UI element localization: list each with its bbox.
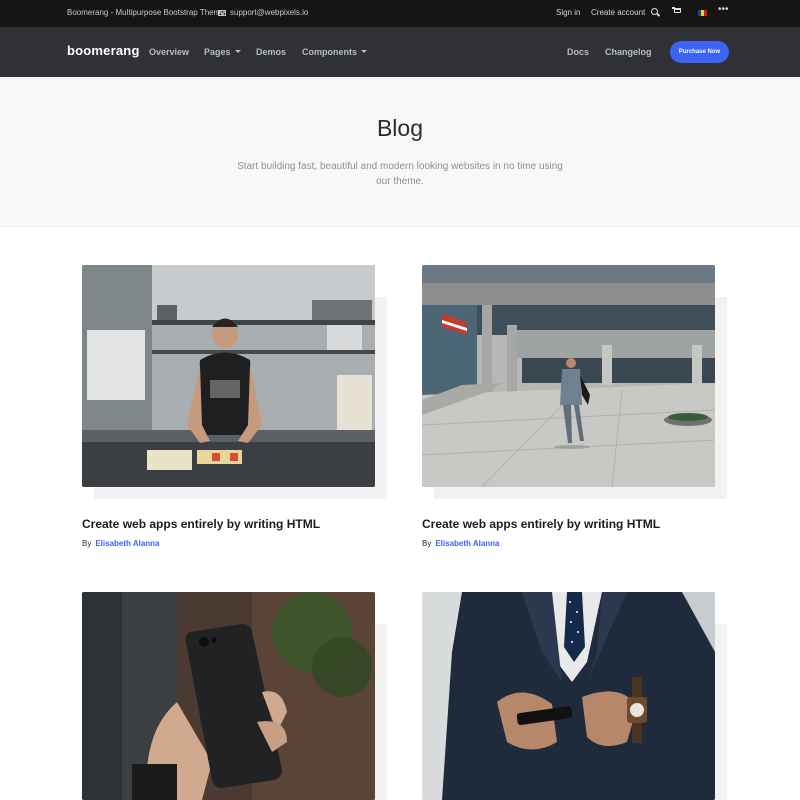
nav-demos[interactable]: Demos: [256, 47, 286, 57]
top-bar: Boomerang - Multipurpose Bootstrap Theme…: [0, 0, 800, 27]
post-by-label: By: [82, 539, 92, 548]
post-meta: By Elisabeth Alanna: [82, 539, 160, 548]
more-icon[interactable]: •••: [718, 4, 729, 15]
post-title[interactable]: Create web apps entirely by writing HTML: [82, 517, 320, 531]
search-icon[interactable]: [651, 8, 658, 15]
chevron-down-icon: [234, 50, 241, 54]
nav-components[interactable]: Components: [302, 47, 367, 57]
nav-pages-label: Pages: [204, 47, 231, 57]
post-by-label: By: [422, 539, 432, 548]
cart-icon[interactable]: [672, 7, 681, 13]
flag-icon[interactable]: [698, 10, 707, 16]
post-author-link[interactable]: Elisabeth Alanna: [435, 539, 499, 548]
signin-link[interactable]: Sign in: [556, 8, 580, 17]
topbar-email[interactable]: support@webpixels.io: [218, 8, 308, 17]
purchase-now-button[interactable]: Purchase Now: [670, 41, 729, 63]
main-navbar: boomerang Overview Pages Demos Component…: [0, 27, 800, 77]
envelope-icon: [218, 9, 226, 16]
create-account-link[interactable]: Create account: [591, 8, 645, 17]
topbar-brand-text: Boomerang - Multipurpose Bootstrap Theme: [67, 8, 225, 17]
page-header: Blog Start building fast, beautiful and …: [0, 77, 800, 227]
post-image-chef-kitchen[interactable]: [82, 265, 375, 487]
post-image-businessman-walking[interactable]: [422, 265, 715, 487]
chevron-down-icon: [361, 50, 367, 54]
post-meta: By Elisabeth Alanna: [422, 539, 500, 548]
post-title[interactable]: Create web apps entirely by writing HTML: [422, 517, 660, 531]
topbar-email-text[interactable]: support@webpixels.io: [230, 8, 308, 17]
post-author-link[interactable]: Elisabeth Alanna: [95, 539, 159, 548]
page-title: Blog: [376, 115, 424, 141]
nav-components-label: Components: [302, 47, 357, 57]
nav-docs[interactable]: Docs: [567, 47, 589, 57]
logo[interactable]: boomerang: [67, 43, 140, 58]
nav-pages[interactable]: Pages: [204, 47, 241, 57]
nav-changelog[interactable]: Changelog: [605, 47, 652, 57]
post-image-phone-in-hand[interactable]: [82, 592, 375, 800]
nav-overview[interactable]: Overview: [149, 47, 189, 57]
page-subtitle: Start building fast, beautiful and moder…: [237, 161, 563, 187]
post-image-suit-man-phone[interactable]: [422, 592, 715, 800]
